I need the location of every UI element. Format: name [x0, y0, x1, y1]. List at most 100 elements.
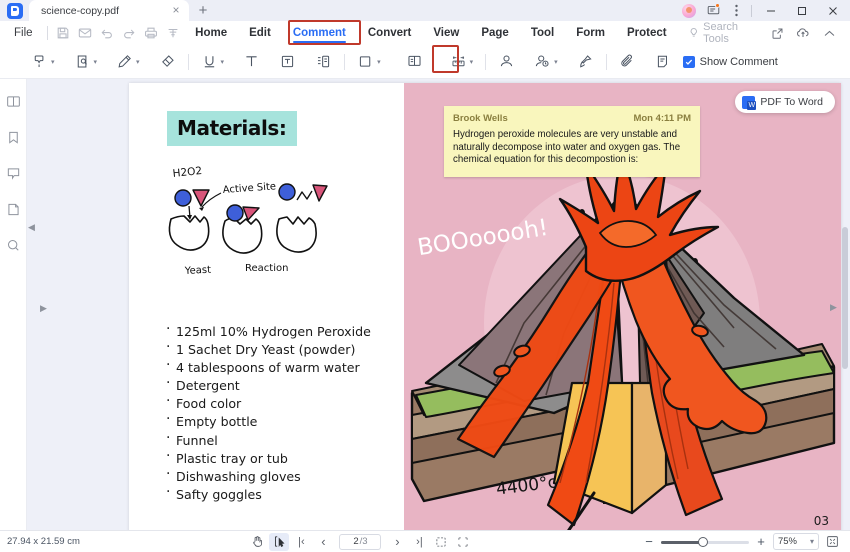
- search-tools-button[interactable]: Search Tools: [688, 21, 764, 45]
- measure-tool[interactable]: ▾: [445, 49, 479, 75]
- mail-icon[interactable]: [74, 22, 96, 44]
- checkbox-icon[interactable]: [682, 55, 695, 68]
- document-tab-label: science-copy.pdf: [41, 4, 120, 17]
- stamp-tool[interactable]: [493, 49, 520, 75]
- collapse-ribbon-icon[interactable]: [816, 22, 842, 44]
- select-tool-button[interactable]: [269, 532, 290, 551]
- zoom-out-button[interactable]: −: [641, 533, 657, 551]
- substrate-triangle-2: [242, 206, 260, 221]
- pdf-editor-window: science-copy.pdf × + File Home Edit Comm…: [0, 0, 850, 552]
- tab-page[interactable]: Page: [470, 24, 520, 42]
- avatar[interactable]: [682, 3, 696, 18]
- chevron-down-icon[interactable]: ▾: [136, 58, 140, 66]
- area-highlight-tool[interactable]: ▾: [69, 49, 103, 75]
- chevron-down-icon[interactable]: ▾: [221, 58, 225, 66]
- text-tool[interactable]: [238, 49, 265, 75]
- title-bar-controls: [682, 0, 850, 21]
- chevron-down-icon[interactable]: ▾: [554, 58, 558, 66]
- active-site-label: Active Site: [222, 181, 276, 196]
- notifications-icon[interactable]: [702, 0, 724, 21]
- minimize-button[interactable]: [756, 0, 786, 21]
- attachment-tool[interactable]: [614, 49, 641, 75]
- chevron-down-icon[interactable]: ▾: [470, 58, 474, 66]
- thumbnails-panel-icon[interactable]: [2, 89, 24, 113]
- tab-convert[interactable]: Convert: [357, 24, 422, 42]
- signature-tool[interactable]: ▾: [529, 49, 563, 75]
- comment-toolbar: ▾ ▾ ▾ ▾ ▾ ▾ ▾ Show Comment: [0, 45, 850, 79]
- tab-comment[interactable]: Comment: [282, 24, 357, 43]
- zoom-slider[interactable]: [660, 533, 749, 551]
- fit-page-button[interactable]: [823, 533, 843, 551]
- chevron-down-icon[interactable]: ▾: [94, 58, 98, 66]
- sticky-note-comment[interactable]: Brook Wells Mon 4:11 PM Hydrogen peroxid…: [444, 106, 700, 177]
- download-icon[interactable]: [162, 22, 184, 44]
- chevron-down-icon[interactable]: ▾: [377, 58, 381, 66]
- file-menu[interactable]: File: [4, 27, 43, 39]
- sticky-note-header: Brook Wells Mon 4:11 PM: [453, 113, 691, 124]
- text-box-tool[interactable]: [274, 49, 301, 75]
- hand-tool-button[interactable]: [247, 533, 267, 551]
- pdf-to-word-button[interactable]: PDF To Word: [735, 91, 835, 113]
- sticky-note-tool[interactable]: [401, 49, 428, 75]
- document-tab[interactable]: science-copy.pdf ×: [29, 0, 189, 21]
- next-page-button[interactable]: ›: [387, 533, 407, 551]
- maximize-button[interactable]: [787, 0, 817, 21]
- tab-edit[interactable]: Edit: [238, 24, 282, 42]
- list-item: Detergent: [165, 374, 405, 395]
- underline-tool[interactable]: ▾: [196, 49, 230, 75]
- pdf-page: Materials: H2O2 Active Site Yeast Reacti…: [129, 83, 841, 530]
- divider: [46, 26, 48, 40]
- shape-tool[interactable]: ▾: [352, 49, 386, 75]
- tab-tool[interactable]: Tool: [520, 24, 565, 42]
- continuous-view-button[interactable]: [453, 533, 473, 551]
- redo-icon[interactable]: [118, 22, 140, 44]
- previous-page-button[interactable]: ‹: [313, 533, 333, 551]
- document-viewport[interactable]: Materials: H2O2 Active Site Yeast Reacti…: [27, 79, 850, 530]
- more-options-icon[interactable]: [725, 0, 747, 21]
- expand-sidebar-handle[interactable]: ▶: [40, 302, 48, 314]
- product-triangle: [312, 184, 328, 202]
- eraser-tool[interactable]: [154, 49, 181, 75]
- close-icon[interactable]: ×: [169, 3, 183, 18]
- attachments-panel-icon[interactable]: [2, 197, 24, 221]
- new-tab-button[interactable]: +: [193, 1, 213, 21]
- search-panel-icon[interactable]: [2, 233, 24, 257]
- share-icon[interactable]: [764, 22, 790, 44]
- comment-list-tool[interactable]: [650, 49, 677, 75]
- undo-icon[interactable]: [96, 22, 118, 44]
- bookmarks-panel-icon[interactable]: [2, 125, 24, 149]
- tab-protect[interactable]: Protect: [616, 24, 678, 42]
- single-page-view-button[interactable]: [431, 533, 451, 551]
- cloud-upload-icon[interactable]: [790, 22, 816, 44]
- tab-view[interactable]: View: [422, 24, 470, 42]
- collapse-right-arrow[interactable]: ▶: [829, 301, 838, 314]
- chevron-down-icon[interactable]: ▾: [810, 537, 814, 546]
- current-page-value: 2: [353, 536, 359, 547]
- divider: [751, 4, 752, 17]
- collapse-left-arrow[interactable]: ◀: [27, 221, 36, 234]
- pencil-tool[interactable]: ▾: [111, 49, 145, 75]
- chevron-down-icon[interactable]: ▾: [51, 58, 55, 66]
- comments-panel-icon[interactable]: [2, 161, 24, 185]
- tab-home[interactable]: Home: [184, 24, 238, 42]
- tab-form[interactable]: Form: [565, 24, 616, 42]
- page-number-input[interactable]: 2 /3: [339, 533, 382, 550]
- save-icon[interactable]: [52, 22, 74, 44]
- zoom-slider-knob[interactable]: [697, 536, 708, 547]
- menu-right-icons: [764, 22, 850, 44]
- zoom-in-button[interactable]: +: [753, 533, 769, 551]
- show-comment-label: Show Comment: [699, 55, 778, 68]
- last-page-button[interactable]: ›|: [409, 533, 429, 551]
- text-callout-tool[interactable]: [310, 49, 337, 75]
- highlight-tool[interactable]: ▾: [26, 49, 60, 75]
- close-window-button[interactable]: [818, 0, 848, 21]
- print-icon[interactable]: [140, 22, 162, 44]
- zoom-level-dropdown[interactable]: 75% ▾: [772, 533, 819, 550]
- first-page-button[interactable]: |‹: [291, 533, 311, 551]
- search-tools-label: Search Tools: [703, 21, 738, 45]
- page-navigation: |‹ ‹ 2 /3 › ›|: [247, 532, 473, 551]
- yeast-cell-3: [276, 216, 317, 253]
- show-comment-toggle[interactable]: Show Comment: [682, 55, 778, 68]
- pin-tool[interactable]: [572, 49, 599, 75]
- vertical-scrollbar[interactable]: [842, 227, 848, 369]
